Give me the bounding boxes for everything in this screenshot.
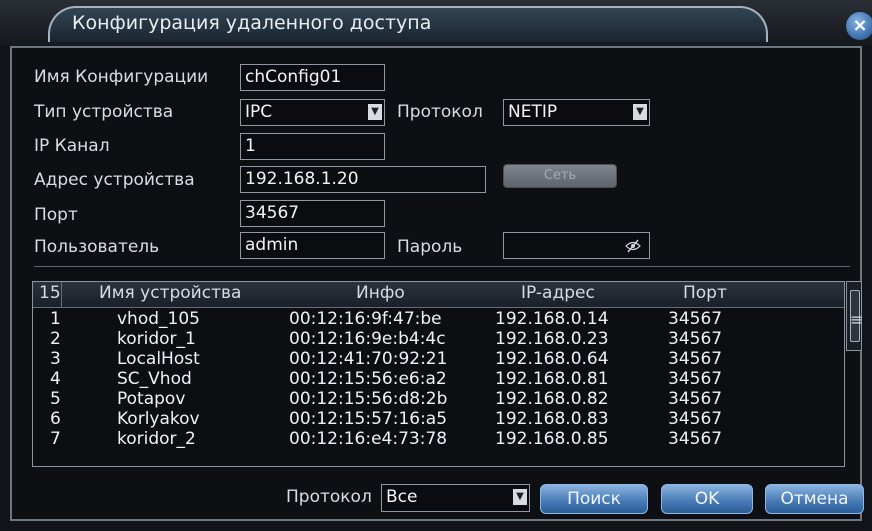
table-row[interactable]: 6 Korlyakov 00:12:15:57:16:a5 192.168.0.83 3… bbox=[33, 409, 844, 429]
device-type-select[interactable]: IPC ▼ bbox=[240, 99, 385, 126]
port-field[interactable]: 34567 bbox=[240, 200, 385, 227]
table-cell-ip: 192.168.0.81 bbox=[495, 369, 609, 389]
table-row[interactable]: 7 koridor_2 00:12:16:e4:73:78 192.168.0.85 3… bbox=[33, 429, 844, 449]
password-field[interactable] bbox=[503, 232, 650, 259]
table-cell-port: 34567 bbox=[668, 329, 723, 349]
password-label: Пароль bbox=[397, 237, 463, 257]
table-cell-name: vhod_105 bbox=[117, 309, 200, 329]
section-divider bbox=[34, 266, 850, 267]
column-header-port[interactable]: Порт bbox=[683, 283, 727, 303]
ok-button[interactable]: OK bbox=[661, 484, 753, 514]
eye-off-icon[interactable] bbox=[625, 237, 641, 258]
table-cell-ip: 192.168.0.85 bbox=[495, 429, 609, 449]
table-row[interactable]: 3 LocalHost 00:12:41:70:92:21 192.168.0.64 3… bbox=[33, 349, 844, 369]
table-cell-port: 34567 bbox=[668, 369, 723, 389]
ip-channel-field[interactable]: 1 bbox=[240, 133, 385, 160]
table-cell-n: 1 bbox=[50, 309, 61, 329]
search-button[interactable]: Поиск bbox=[540, 484, 648, 514]
column-header-name[interactable]: Имя устройства bbox=[99, 283, 241, 303]
close-button[interactable]: × bbox=[846, 12, 872, 40]
table-cell-info: 00:12:15:56:e6:a2 bbox=[289, 369, 447, 389]
device-list: 15 Имя устройства Инфо IP-адрес Порт 1 vh… bbox=[32, 281, 845, 467]
user-field[interactable]: admin bbox=[240, 232, 385, 259]
table-cell-name: Potapov bbox=[117, 389, 186, 409]
protocol-label: Протокол bbox=[397, 102, 483, 122]
column-header-ip[interactable]: IP-адрес bbox=[521, 283, 595, 303]
table-cell-port: 34567 bbox=[668, 409, 723, 429]
table-cell-info: 00:12:15:56:d8:2b bbox=[289, 389, 448, 409]
scroll-grip-icon[interactable]: ≡ bbox=[850, 310, 863, 329]
table-cell-n: 4 bbox=[50, 369, 61, 389]
table-cell-ip: 192.168.0.64 bbox=[495, 349, 609, 369]
table-cell-name: koridor_1 bbox=[117, 329, 196, 349]
port-label: Порт bbox=[34, 205, 78, 225]
table-row[interactable]: 2 koridor_1 00:12:16:9e:b4:4c 192.168.0.23 3… bbox=[33, 329, 844, 349]
device-address-label: Адрес устройства bbox=[34, 170, 195, 190]
table-cell-ip: 192.168.0.14 bbox=[495, 309, 609, 329]
protocol-value: NETIP bbox=[508, 102, 558, 122]
table-cell-name: SC_Vhod bbox=[117, 369, 192, 389]
user-label: Пользователь bbox=[34, 237, 160, 257]
table-cell-port: 34567 bbox=[668, 349, 723, 369]
table-cell-name: koridor_2 bbox=[117, 429, 196, 449]
chevron-down-icon[interactable]: ▼ bbox=[368, 104, 382, 120]
ip-channel-label: IP Канал bbox=[34, 136, 110, 156]
table-row[interactable]: 1 vhod_105 00:12:16:9f:47:be 192.168.0.14 34… bbox=[33, 309, 844, 329]
table-cell-port: 34567 bbox=[668, 429, 723, 449]
table-cell-n: 2 bbox=[50, 329, 61, 349]
table-cell-info: 00:12:16:9f:47:be bbox=[289, 309, 442, 329]
table-cell-info: 00:12:15:57:16:a5 bbox=[289, 409, 448, 429]
device-type-value: IPC bbox=[245, 102, 273, 122]
chevron-down-icon[interactable]: ▼ bbox=[513, 489, 527, 505]
table-cell-ip: 192.168.0.82 bbox=[495, 389, 609, 409]
protocol-select[interactable]: NETIP ▼ bbox=[503, 99, 650, 126]
column-header-info[interactable]: Инфо bbox=[356, 283, 405, 303]
table-cell-port: 34567 bbox=[668, 309, 723, 329]
table-cell-n: 6 bbox=[50, 409, 61, 429]
footer-protocol-select[interactable]: Все ▼ bbox=[381, 484, 530, 512]
table-row[interactable]: 5 Potapov 00:12:15:56:d8:2b 192.168.0.82 345… bbox=[33, 389, 844, 409]
footer-protocol-label: Протокол bbox=[286, 487, 372, 507]
table-cell-info: 00:12:41:70:92:21 bbox=[289, 349, 448, 369]
device-address-field[interactable]: 192.168.1.20 bbox=[240, 166, 486, 193]
column-separator bbox=[61, 282, 62, 307]
table-cell-info: 00:12:16:e4:73:78 bbox=[289, 429, 448, 449]
table-cell-info: 00:12:16:9e:b4:4c bbox=[289, 329, 446, 349]
footer-protocol-value: Все bbox=[386, 487, 418, 507]
table-row[interactable]: 4 SC_Vhod 00:12:15:56:e6:a2 192.168.0.81 345… bbox=[33, 369, 844, 389]
config-name-label: Имя Конфигурации bbox=[34, 67, 209, 87]
window-title: Конфигурация удаленного доступа bbox=[72, 12, 432, 34]
table-cell-name: Korlyakov bbox=[117, 409, 200, 429]
cancel-button[interactable]: Отмена bbox=[765, 484, 864, 514]
table-cell-n: 5 bbox=[50, 389, 61, 409]
table-cell-n: 7 bbox=[50, 429, 61, 449]
device-list-header: 15 Имя устройства Инфо IP-адрес Порт bbox=[33, 282, 844, 308]
device-count: 15 bbox=[39, 283, 61, 303]
device-type-label: Тип устройства bbox=[34, 102, 174, 122]
config-name-field[interactable]: chConfig01 bbox=[240, 64, 385, 91]
table-cell-ip: 192.168.0.83 bbox=[495, 409, 609, 429]
network-button[interactable]: Сеть bbox=[503, 164, 617, 188]
chevron-down-icon[interactable]: ▼ bbox=[633, 104, 647, 120]
table-cell-port: 34567 bbox=[668, 389, 723, 409]
table-cell-name: LocalHost bbox=[117, 349, 200, 369]
table-cell-ip: 192.168.0.23 bbox=[495, 329, 609, 349]
table-cell-n: 3 bbox=[50, 349, 61, 369]
